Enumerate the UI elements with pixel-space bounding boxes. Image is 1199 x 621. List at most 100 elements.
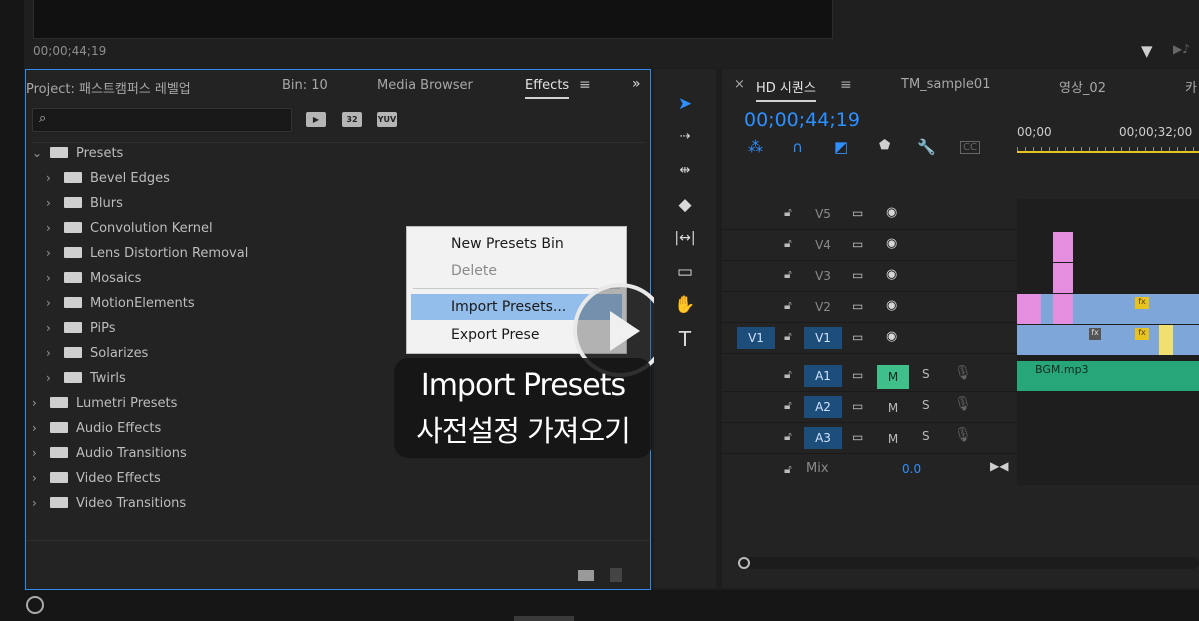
chevron-right-icon[interactable]: › — [46, 293, 60, 313]
nest-icon[interactable]: ⁂ — [748, 138, 763, 156]
source-patch[interactable]: V1 — [737, 327, 775, 349]
eye-icon[interactable]: ◉ — [886, 267, 897, 282]
mute-button[interactable]: M — [877, 365, 909, 389]
chevron-right-icon[interactable]: › — [46, 218, 60, 238]
close-icon[interactable]: × — [734, 77, 745, 92]
chevron-right-icon[interactable]: › — [46, 318, 60, 338]
time-ruler[interactable]: 00;00 00;00;32;00 — [1017, 119, 1199, 159]
more-panels-icon[interactable]: » — [632, 76, 641, 92]
new-bin-icon[interactable] — [578, 570, 594, 581]
menu-item-delete[interactable]: Delete — [407, 258, 626, 284]
video-clip[interactable] — [1159, 325, 1173, 355]
tree-item[interactable]: › Audio Effects — [32, 418, 161, 438]
clip-area[interactable]: fx fx fx BGM.mp3 — [1017, 199, 1199, 485]
chevron-right-icon[interactable]: › — [46, 368, 60, 388]
track-select-tool-icon[interactable]: ⇢ — [674, 126, 696, 148]
snap-icon[interactable]: ∩ — [792, 138, 803, 156]
selection-tool-icon[interactable]: ➤ — [674, 93, 696, 115]
tree-item[interactable]: › Video Effects — [32, 468, 161, 488]
tree-item[interactable]: › Lumetri Presets — [32, 393, 177, 413]
video-clip[interactable] — [1053, 294, 1073, 324]
tree-item[interactable]: ⌄ Presets — [32, 143, 123, 163]
chevron-right-icon[interactable]: › — [32, 393, 46, 413]
menu-item-new-presets-bin[interactable]: New Presets Bin — [407, 231, 626, 257]
search-input[interactable]: ⌕ — [32, 108, 292, 132]
track-target[interactable]: A3 — [804, 427, 842, 449]
zoom-handle[interactable] — [738, 557, 750, 569]
lock-icon[interactable]: 🔓︎ — [784, 267, 792, 282]
work-area-bar[interactable] — [1017, 151, 1199, 153]
tree-item[interactable]: › Bevel Edges — [46, 168, 170, 188]
panel-menu-icon[interactable]: ≡ — [579, 77, 591, 93]
sync-lock-icon[interactable]: ▭ — [852, 399, 863, 413]
mute-button[interactable]: M — [877, 396, 909, 420]
creative-cloud-icon[interactable] — [26, 596, 44, 614]
track-target[interactable]: V4 — [804, 234, 842, 256]
wrench-icon[interactable]: 🔧 — [917, 138, 936, 156]
sync-lock-icon[interactable]: ▭ — [852, 237, 863, 251]
track-target[interactable]: V2 — [804, 296, 842, 318]
timeline-timecode[interactable]: 00;00;44;19 — [744, 109, 860, 131]
marker-icon[interactable]: ⬟ — [879, 138, 890, 153]
source-timecode[interactable]: 00;00;44;19 — [33, 44, 106, 58]
lock-icon[interactable]: 🔓︎ — [784, 236, 792, 251]
video-clip[interactable] — [1053, 232, 1073, 262]
linked-selection-icon[interactable]: ◩ — [834, 138, 848, 156]
filter-icon[interactable]: ▼ — [1141, 42, 1153, 60]
trash-icon[interactable] — [610, 568, 622, 582]
lock-icon[interactable]: 🔓︎ — [784, 329, 792, 344]
video-clip[interactable] — [1053, 263, 1073, 293]
tree-item[interactable]: › Audio Transitions — [32, 443, 187, 463]
ripple-edit-tool-icon[interactable]: ⇹ — [674, 160, 696, 182]
eye-icon[interactable]: ◉ — [886, 205, 897, 220]
accelerated-effects-icon[interactable]: ▶ — [306, 112, 326, 127]
video-clip[interactable] — [1017, 294, 1041, 324]
solo-button[interactable]: S — [922, 429, 930, 443]
tree-item[interactable]: › Mosaics — [46, 268, 141, 288]
tab-sequence[interactable]: 영상_02 — [1059, 77, 1106, 96]
tree-item[interactable]: › Twirls — [46, 368, 126, 388]
sync-lock-icon[interactable]: ▭ — [852, 299, 863, 313]
tree-item[interactable]: › Convolution Kernel — [46, 218, 213, 238]
chevron-right-icon[interactable]: › — [32, 443, 46, 463]
eye-icon[interactable]: ◉ — [886, 236, 897, 251]
lock-icon[interactable]: 🔓︎ — [784, 367, 792, 382]
mute-button[interactable]: M — [877, 427, 909, 451]
lock-icon[interactable]: 🔓︎ — [784, 205, 792, 220]
mic-icon[interactable]: 🎙︎ — [954, 365, 972, 381]
sync-lock-icon[interactable]: ▭ — [852, 206, 863, 220]
chevron-right-icon[interactable]: › — [32, 493, 46, 513]
tab-effects[interactable]: Effects — [525, 78, 570, 99]
timeline-scrollbar[interactable] — [738, 557, 1199, 569]
lock-icon[interactable]: 🔓︎ — [784, 298, 792, 313]
chevron-right-icon[interactable]: › — [32, 468, 46, 488]
tab-project[interactable]: Project: 패스트캠퍼스 레벨업 — [26, 78, 191, 97]
tree-item[interactable]: › Solarizes — [46, 343, 148, 363]
tree-item[interactable]: › Blurs — [46, 193, 123, 213]
lock-icon[interactable]: 🔓︎ — [784, 398, 792, 413]
tree-item[interactable]: › Lens Distortion Removal — [46, 243, 248, 263]
razor-tool-icon[interactable]: ◆ — [674, 194, 696, 216]
chevron-right-icon[interactable]: › — [46, 193, 60, 213]
track-target[interactable]: V5 — [804, 203, 842, 225]
slip-tool-icon[interactable]: |↔| — [674, 227, 696, 249]
lock-icon[interactable]: 🔓︎ — [784, 462, 792, 477]
yuv-effects-button[interactable]: YUV — [377, 112, 397, 127]
video-clip[interactable] — [1017, 294, 1199, 324]
type-tool-icon[interactable]: T — [674, 328, 696, 350]
sync-lock-icon[interactable]: ▭ — [852, 330, 863, 344]
chevron-right-icon[interactable]: › — [46, 343, 60, 363]
tab-sequence[interactable]: TM_sample01 — [901, 77, 990, 92]
track-target[interactable]: A1 — [804, 365, 842, 387]
track-target[interactable]: A2 — [804, 396, 842, 418]
solo-button[interactable]: S — [922, 367, 930, 381]
audio-playback-icon[interactable]: ▶♪ — [1173, 42, 1190, 56]
panel-menu-icon[interactable]: ≡ — [840, 77, 852, 93]
captions-icon[interactable]: CC — [960, 141, 980, 154]
chevron-right-icon[interactable]: › — [46, 268, 60, 288]
mix-value[interactable]: 0.0 — [902, 462, 921, 476]
eye-icon[interactable]: ◉ — [886, 329, 897, 344]
track-target[interactable]: V1 — [804, 327, 842, 349]
tab-media-browser[interactable]: Media Browser — [377, 78, 473, 93]
chevron-right-icon[interactable]: › — [46, 168, 60, 188]
